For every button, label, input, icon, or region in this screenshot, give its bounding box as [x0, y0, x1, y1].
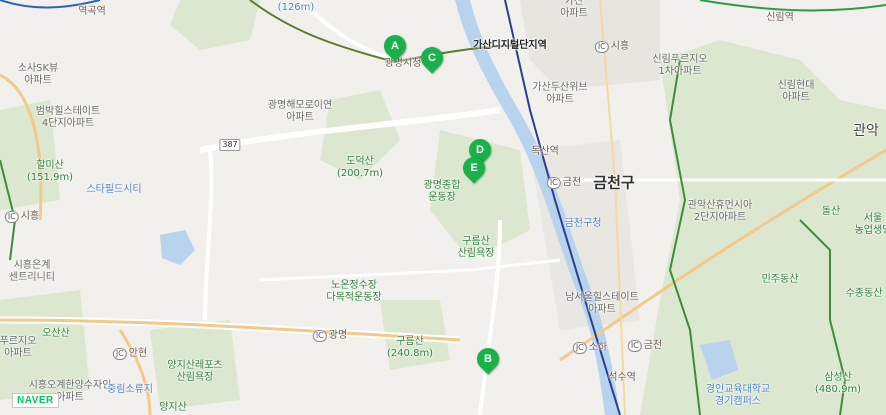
apt-sosa-label: 소사SK뷰 아파트 — [17, 63, 59, 86]
mountain-samseong-label: 삼성산 (480.9m) — [814, 372, 862, 395]
ic-siheung-right-label: IC 시흥 — [594, 41, 630, 53]
lake — [160, 230, 195, 265]
road — [203, 149, 214, 321]
apt-hemoro-label: 광명해모로이연 아파트 — [267, 100, 333, 123]
ic-name: 금천 — [562, 177, 582, 188]
doksan-station-label[interactable]: 독산역 — [531, 146, 559, 158]
cityhall-label[interactable]: 광명시청 — [385, 58, 422, 70]
apt-gasan-doosan-label: 가산두산위브 아파트 — [532, 82, 588, 105]
starfield-label[interactable]: 스타필드시티 — [86, 184, 141, 196]
jc-badge-icon: JC — [112, 348, 127, 360]
rail-line-green — [699, 0, 886, 12]
marker-letter: C — [428, 52, 436, 64]
stadium-label[interactable]: 광명종합 운동장 — [424, 180, 461, 204]
marker-c[interactable]: C — [416, 42, 448, 74]
mountain-gureum-label: 구름산 (240.8m) — [386, 336, 434, 359]
seoul-forest-label: 서울 농업생명 — [854, 213, 886, 236]
ic-gwangmyeong-label: IC 광명 — [312, 330, 348, 342]
ic-name: 시흥 — [20, 211, 40, 222]
apt-beomback-label: 범박힐스테이트 4단지아파트 — [35, 106, 101, 129]
ic-name: 광명 — [328, 330, 348, 341]
park-area — [640, 40, 886, 415]
apt-gasan-top-label: 가산 아파트 — [560, 0, 588, 19]
apt-prugio-label: 푸르지오 아파트 — [0, 336, 37, 359]
ic-badge-icon: IC — [627, 340, 642, 352]
mountain-yangji-label: 양지산 — [159, 402, 187, 413]
jc-badge-icon: JC — [572, 342, 587, 354]
gasan-station-label[interactable]: 가산디지털단지역 — [473, 40, 547, 52]
mountain-dodeok-label: 도덕산 (200.7m) — [336, 156, 384, 179]
park-area — [170, 0, 260, 50]
marker-e[interactable]: E — [458, 152, 490, 184]
junglim-label: 중림소류지 — [107, 384, 153, 395]
ic-badge-icon: IC — [594, 41, 609, 53]
ic-name: 금천 — [643, 340, 663, 351]
jc-name: 안현 — [128, 348, 148, 359]
ic-badge-icon: IC — [312, 330, 327, 342]
road-387-label: 387 — [219, 139, 241, 151]
district-label: 금천구 — [593, 173, 635, 192]
jc-anhyeon-label: JC 안현 — [112, 348, 148, 360]
marker-letter: E — [470, 162, 478, 174]
siheung-eungye-label: 시흥은계 센트리니티 — [9, 260, 55, 283]
minju-park-label: 민주동산 — [761, 274, 799, 285]
hospital-elevation-label: (126m) — [277, 2, 315, 13]
station-yeokgok-label[interactable]: 역곡역 — [78, 6, 106, 18]
gyeongin-univ-label[interactable]: 경인교육대학교 경기캠퍼스 — [706, 384, 770, 408]
mountain-osan-label: 오산산 — [42, 328, 70, 339]
mountain-halmi-label: 할미산 (151.9m) — [26, 160, 74, 183]
road — [259, 258, 561, 282]
apt-sillim-hyundai-label: 신림현대 아파트 — [777, 80, 815, 103]
yangji-leports-label: 양지산레포츠 산림욕장 — [167, 360, 223, 383]
apt-gwanak-sanho-label: 관악산휴먼시아 2단지아파트 — [687, 200, 753, 223]
naver-logo[interactable]: NAVER — [12, 393, 59, 408]
marker-letter: A — [391, 40, 399, 52]
seoksu-station-label[interactable]: 석수역 — [608, 372, 636, 384]
jc-name: 소하 — [588, 342, 608, 353]
apt-sillim-prugio-label: 신림푸르지오 1차아파트 — [652, 54, 708, 77]
apt-namseoul-label: 남서울힐스테이트 아파트 — [565, 292, 639, 315]
gwanak-partial-label: 관악 — [853, 123, 879, 139]
jc-soha-label: JC 소하 — [572, 342, 608, 354]
ic-badge-icon: IC — [546, 177, 561, 189]
geumcheon-office-label[interactable]: 금천구청 — [565, 218, 602, 230]
sillim-station-label[interactable]: 신림역 — [766, 12, 794, 24]
ic-siheung-left-label: IC 시흥 — [4, 211, 40, 223]
ic-geumcheon-label: IC 금천 — [546, 177, 582, 189]
marker-a[interactable]: A — [379, 30, 411, 62]
ic-name: 시흥 — [610, 41, 630, 52]
marker-letter: B — [484, 353, 492, 365]
noonjeong-label: 노온정수장 다목적운동장 — [326, 280, 382, 303]
highway — [118, 329, 152, 415]
gureumsan-forest-label: 구름산 산림욕장 — [457, 236, 495, 259]
sujong-label: 수종동산 — [845, 288, 883, 299]
ic-badge-icon: IC — [4, 211, 19, 223]
ic-geumcheon2-label: IC 금천 — [627, 340, 663, 352]
mountain-dolsan-label: 돌산 — [821, 206, 841, 217]
map-view[interactable]: (126m) 역곡역 소사SK뷰 아파트 범박힐스테이트 4단지아파트 할미산 … — [0, 0, 886, 415]
marker-b[interactable]: B — [472, 343, 504, 375]
